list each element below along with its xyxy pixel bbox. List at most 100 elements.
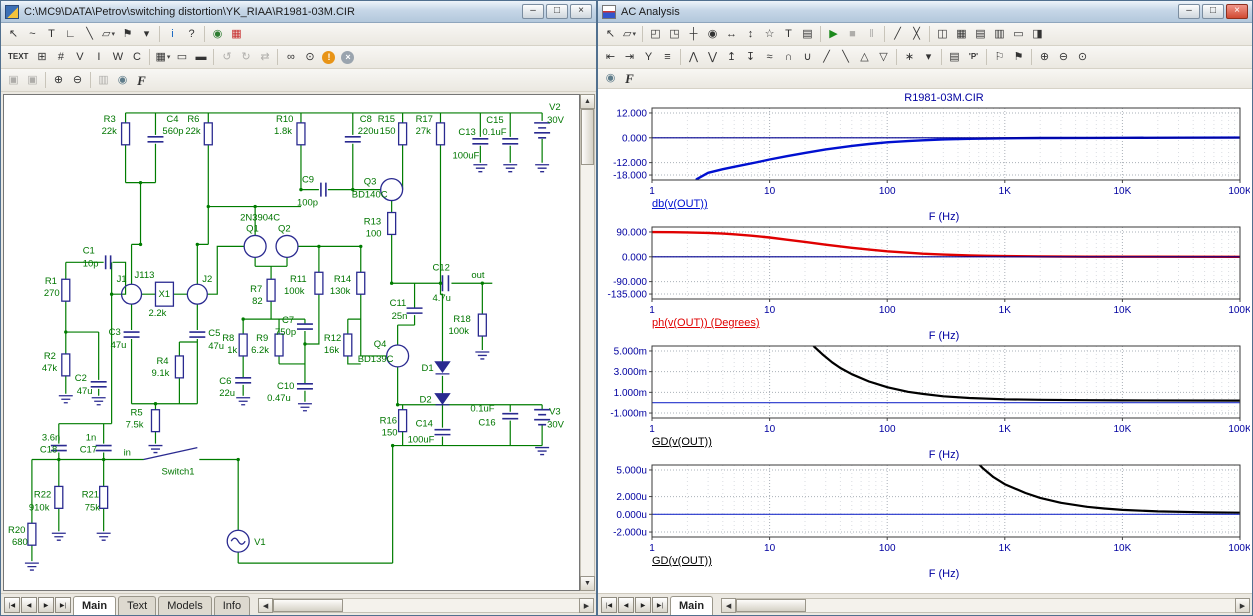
schematic-label-1.8k[interactable]: 1.8k	[274, 126, 292, 137]
branch-select-button[interactable]: Y	[639, 48, 658, 67]
info-tool[interactable]: i	[163, 25, 182, 44]
trace-label[interactable]: db(v(OUT))	[652, 198, 1252, 211]
conditions-toggle[interactable]: C	[127, 48, 146, 67]
horizontal-panels-toggle[interactable]: ▤	[971, 25, 990, 44]
component-picker-dropdown[interactable]: ▾	[632, 30, 636, 38]
schematic-label-C1[interactable]: C1	[83, 245, 95, 256]
schematic-titlebar[interactable]: C:\MC9\DATA\Petrov\switching distortion\…	[1, 1, 596, 23]
cursor-mode[interactable]: ┼	[684, 25, 703, 44]
analysis-titlebar[interactable]: AC Analysis –□×	[598, 1, 1252, 23]
schematic-label-16k[interactable]: 16k	[324, 345, 340, 356]
schematic-label-Q1[interactable]: Q1	[246, 223, 259, 234]
tag-left-button[interactable]: ⚐	[990, 48, 1009, 67]
schematic-label-in[interactable]: in	[124, 448, 131, 459]
schematic-label-1n[interactable]: 1n	[86, 433, 97, 444]
slope-down-button[interactable]: ╲	[836, 48, 855, 67]
schematic-sheet[interactable]: R322kC4560pR622kR101.8kC8220uR15150R1727…	[3, 94, 580, 591]
schematic-label-R9[interactable]: R9	[256, 333, 268, 344]
text-attributes-button[interactable]: TEXT	[4, 48, 32, 67]
tab-models[interactable]: Models	[158, 596, 211, 615]
animate-dropdown[interactable]: ▾	[919, 48, 938, 67]
global-low-button[interactable]: ▽	[874, 48, 893, 67]
zoom-in-button[interactable]: ⊕	[49, 71, 68, 90]
tab-info[interactable]: Info	[214, 596, 250, 615]
schematic-label-out[interactable]: out	[471, 270, 485, 281]
horizontal-scrollbar[interactable]: ◀ ▶	[721, 598, 1250, 613]
grid-button-dropdown[interactable]: ▾	[167, 53, 171, 61]
animate-button[interactable]: ∗	[900, 48, 919, 67]
next-point-left-button[interactable]: ⇤	[601, 48, 620, 67]
schematic-label-C14[interactable]: C14	[416, 419, 433, 430]
schematic-label-0.1uF[interactable]: 0.1uF	[482, 127, 506, 138]
grid-toggle[interactable]: ▦	[952, 25, 971, 44]
schematic-label-R3[interactable]: R3	[104, 114, 116, 125]
bottom-button[interactable]: ∪	[798, 48, 817, 67]
pin-numbers-toggle[interactable]: ⊞	[32, 48, 51, 67]
page-nav-button-2[interactable]: ▶	[38, 597, 54, 613]
horizontal-scroll-thumb[interactable]	[736, 599, 806, 612]
schematic-label-X1[interactable]: X1	[158, 289, 170, 300]
plot-canvas-2[interactable]: 90.0000.000-90.000-135.0001101001K10K100…	[600, 225, 1250, 317]
low-button[interactable]: ↧	[741, 48, 760, 67]
schematic-label-R21[interactable]: R21	[82, 489, 99, 500]
valley-button[interactable]: ⋁	[703, 48, 722, 67]
vertical-scrollbar[interactable]: ▲ ▼	[580, 94, 595, 591]
border-toggle[interactable]: ▭	[172, 48, 191, 67]
font-button[interactable]: F	[620, 69, 639, 88]
zoom-in-button[interactable]: ⊕	[1035, 48, 1054, 67]
scroll-left-button[interactable]: ◀	[258, 598, 273, 613]
node-voltages-toggle[interactable]: V	[70, 48, 89, 67]
minimize-button[interactable]: –	[1178, 4, 1200, 19]
global-high-button[interactable]: △	[855, 48, 874, 67]
schematic-label-750p[interactable]: 750p	[275, 327, 296, 338]
power-toggle[interactable]: W	[108, 48, 127, 67]
tracker-toggle[interactable]: ◨	[1028, 25, 1047, 44]
schematic-label-R4[interactable]: R4	[156, 356, 168, 367]
vertical-panels-toggle[interactable]: ▥	[990, 25, 1009, 44]
trace-db-v-out[interactable]	[697, 138, 1240, 180]
schematic-label-220u[interactable]: 220u	[358, 126, 379, 137]
schematic-label-47k[interactable]: 47k	[42, 363, 58, 374]
schematic-label-C11[interactable]: C11	[390, 298, 407, 309]
schematic-label-0.47u[interactable]: 0.47u	[267, 393, 291, 404]
schematic-label-9.1k[interactable]: 9.1k	[151, 368, 169, 379]
schematic-label-R6[interactable]: R6	[187, 114, 199, 125]
schematic-label-30V[interactable]: 30V	[547, 115, 565, 126]
wire-tool[interactable]: ~	[23, 25, 42, 44]
schematic-label-C13[interactable]: C13	[458, 127, 475, 138]
vertical-scroll-track[interactable]	[580, 109, 595, 576]
schematic-label-C2[interactable]: C2	[75, 373, 87, 384]
schematic-label-100uF[interactable]: 100uF	[408, 435, 435, 446]
periodic-steady-state-button[interactable]: 'P'	[964, 48, 983, 67]
schematic-label-Switch1[interactable]: Switch1	[161, 466, 194, 477]
close-file-badge[interactable]: ×	[338, 48, 357, 67]
schematic-label-150[interactable]: 150	[382, 428, 398, 439]
schematic-label-J113[interactable]: J113	[135, 270, 155, 281]
select-tool[interactable]: ↖	[601, 25, 620, 44]
zoom-region-mode[interactable]: ◰	[646, 25, 665, 44]
browser-button[interactable]: ◉	[601, 69, 620, 88]
schematic-label-150[interactable]: 150	[380, 126, 396, 137]
schematic-label-27k[interactable]: 27k	[416, 126, 432, 137]
trace-gd-v-out[interactable]	[974, 463, 1240, 513]
schematic-label-22u[interactable]: 22u	[219, 388, 235, 399]
close-button[interactable]: ×	[570, 4, 592, 19]
schematic-label-D2[interactable]: D2	[420, 395, 432, 406]
schematic-label-Q3[interactable]: Q3	[364, 177, 377, 188]
zoom-out-button[interactable]: ⊖	[1054, 48, 1073, 67]
schematic-label-R7[interactable]: R7	[250, 284, 262, 295]
color-palette-button[interactable]: ▦	[227, 25, 246, 44]
node-numbers-toggle[interactable]: #	[51, 48, 70, 67]
schematic-label-22k[interactable]: 22k	[102, 126, 118, 137]
data-points-toggle[interactable]: ◫	[933, 25, 952, 44]
schematic-label-100k[interactable]: 100k	[284, 286, 305, 297]
point-tag-mode[interactable]: ◉	[703, 25, 722, 44]
horizontal-scrollbar[interactable]: ◀ ▶	[258, 598, 594, 613]
page-nav-button-0[interactable]: |◀	[4, 597, 20, 613]
find-button[interactable]: ∞	[281, 48, 300, 67]
schematic-label-270[interactable]: 270	[44, 288, 60, 299]
scroll-right-button[interactable]: ▶	[1235, 598, 1250, 613]
schematic-label-R11[interactable]: R11	[290, 274, 307, 285]
waveform-list-button[interactable]: ≡	[658, 48, 677, 67]
schematic-label-6.2k[interactable]: 6.2k	[251, 345, 269, 356]
